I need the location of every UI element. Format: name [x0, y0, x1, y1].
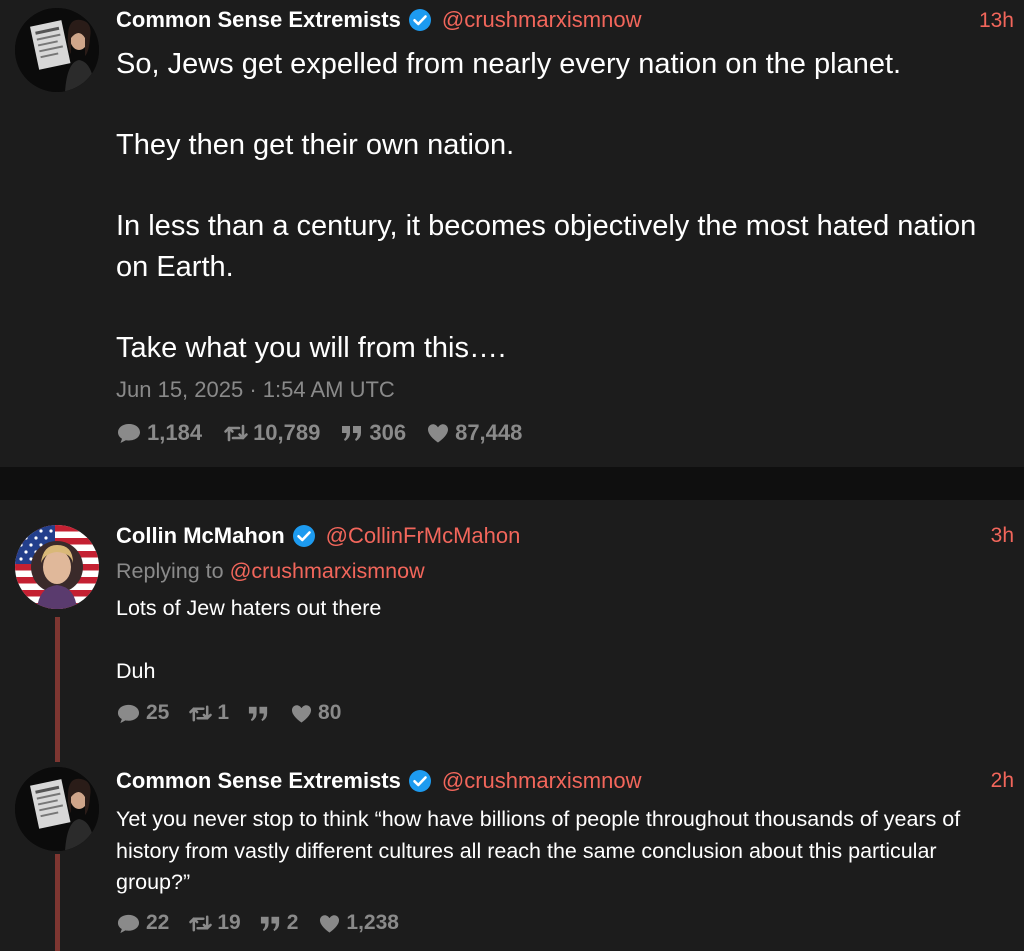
avatar-image — [15, 767, 99, 851]
comment-stat[interactable]: 1,184 — [116, 420, 202, 446]
retweet-icon — [189, 915, 213, 931]
comment-icon — [117, 914, 140, 933]
author-avatar[interactable] — [15, 8, 99, 92]
like-stat[interactable]: 1,238 — [318, 911, 399, 935]
heart-icon — [320, 914, 340, 933]
tweet-time[interactable]: 2h — [991, 769, 1014, 793]
heart-icon — [292, 704, 312, 723]
quote-icon — [248, 706, 268, 721]
author-handle[interactable]: @CollinFrMcMahon — [326, 523, 521, 549]
flag-avatar-image — [15, 525, 99, 609]
like-stat[interactable]: 80 — [290, 701, 341, 725]
replying-label: Replying to — [116, 559, 224, 583]
quote-stat[interactable]: 306 — [340, 420, 406, 446]
like-count: 1,238 — [346, 911, 399, 934]
verified-badge-icon — [292, 525, 315, 547]
reply-header: Collin McMahon @CollinFrMcMahon — [116, 520, 520, 552]
quote-count: 2 — [286, 911, 299, 934]
reply-avatar[interactable] — [15, 767, 99, 851]
retweet-stat[interactable]: 1 — [187, 701, 229, 725]
quote-icon — [260, 916, 279, 931]
retweet-stat[interactable]: 19 — [187, 911, 241, 935]
thread-line — [55, 617, 60, 762]
main-tweet-card: Common Sense Extremists @crushmarxismnow… — [0, 0, 1024, 467]
like-count: 87,448 — [455, 420, 523, 445]
replying-to: Replying to @crushmarxismnow — [116, 559, 425, 584]
comment-count: 25 — [146, 701, 170, 724]
retweet-icon — [189, 705, 213, 721]
tweet-stats: 22 19 2 1,238 — [116, 911, 399, 935]
retweet-icon — [224, 424, 248, 442]
tweet-date[interactable]: Jun 15, 2025 · 1:54 AM UTC — [116, 377, 395, 403]
comment-icon — [117, 704, 140, 723]
quote-icon — [342, 426, 362, 441]
tweet-time[interactable]: 13h — [979, 9, 1014, 33]
avatar-image — [15, 8, 99, 92]
tweet-text: Lots of Jew haters out there Duh — [116, 596, 382, 683]
author-name[interactable]: Collin McMahon — [116, 523, 285, 549]
like-count: 80 — [318, 701, 342, 724]
quote-stat[interactable]: 2 — [259, 911, 299, 935]
thread-line — [55, 854, 60, 951]
tweet-stats: 25 1 80 — [116, 701, 341, 725]
comment-icon — [118, 424, 140, 443]
tweet-header: Common Sense Extremists @crushmarxismnow — [116, 4, 641, 36]
retweet-count: 19 — [217, 911, 241, 934]
tweet-text: So, Jews get expelled from nearly every … — [116, 48, 977, 364]
reply-header: Common Sense Extremists @crushmarxismnow — [116, 765, 641, 797]
author-handle[interactable]: @crushmarxismnow — [442, 7, 642, 33]
reply-avatar[interactable] — [15, 525, 99, 609]
retweet-stat[interactable]: 10,789 — [222, 420, 320, 446]
quote-count: 306 — [369, 420, 407, 445]
comment-count: 1,184 — [147, 420, 203, 445]
replying-to-handle[interactable]: @crushmarxismnow — [230, 559, 425, 583]
tweet-text: Yet you never stop to think “how have bi… — [116, 807, 961, 894]
retweet-count: 1 — [217, 701, 230, 724]
author-name[interactable]: Common Sense Extremists — [116, 768, 401, 794]
author-handle[interactable]: @crushmarxismnow — [442, 768, 642, 794]
quote-stat[interactable] — [247, 702, 270, 725]
author-name[interactable]: Common Sense Extremists — [116, 7, 401, 33]
comment-stat[interactable]: 25 — [116, 701, 169, 725]
like-stat[interactable]: 87,448 — [426, 420, 522, 446]
tweet-stats: 1,184 10,789 306 87,448 — [116, 420, 522, 446]
verified-badge-icon — [408, 9, 431, 31]
comment-count: 22 — [146, 911, 170, 934]
tweet-time[interactable]: 3h — [991, 524, 1014, 548]
heart-icon — [428, 424, 449, 443]
reply-thread-card: Collin McMahon @CollinFrMcMahon 3h Reply… — [0, 500, 1024, 951]
comment-stat[interactable]: 22 — [116, 911, 169, 935]
verified-badge-icon — [408, 770, 431, 792]
retweet-count: 10,789 — [253, 420, 321, 445]
